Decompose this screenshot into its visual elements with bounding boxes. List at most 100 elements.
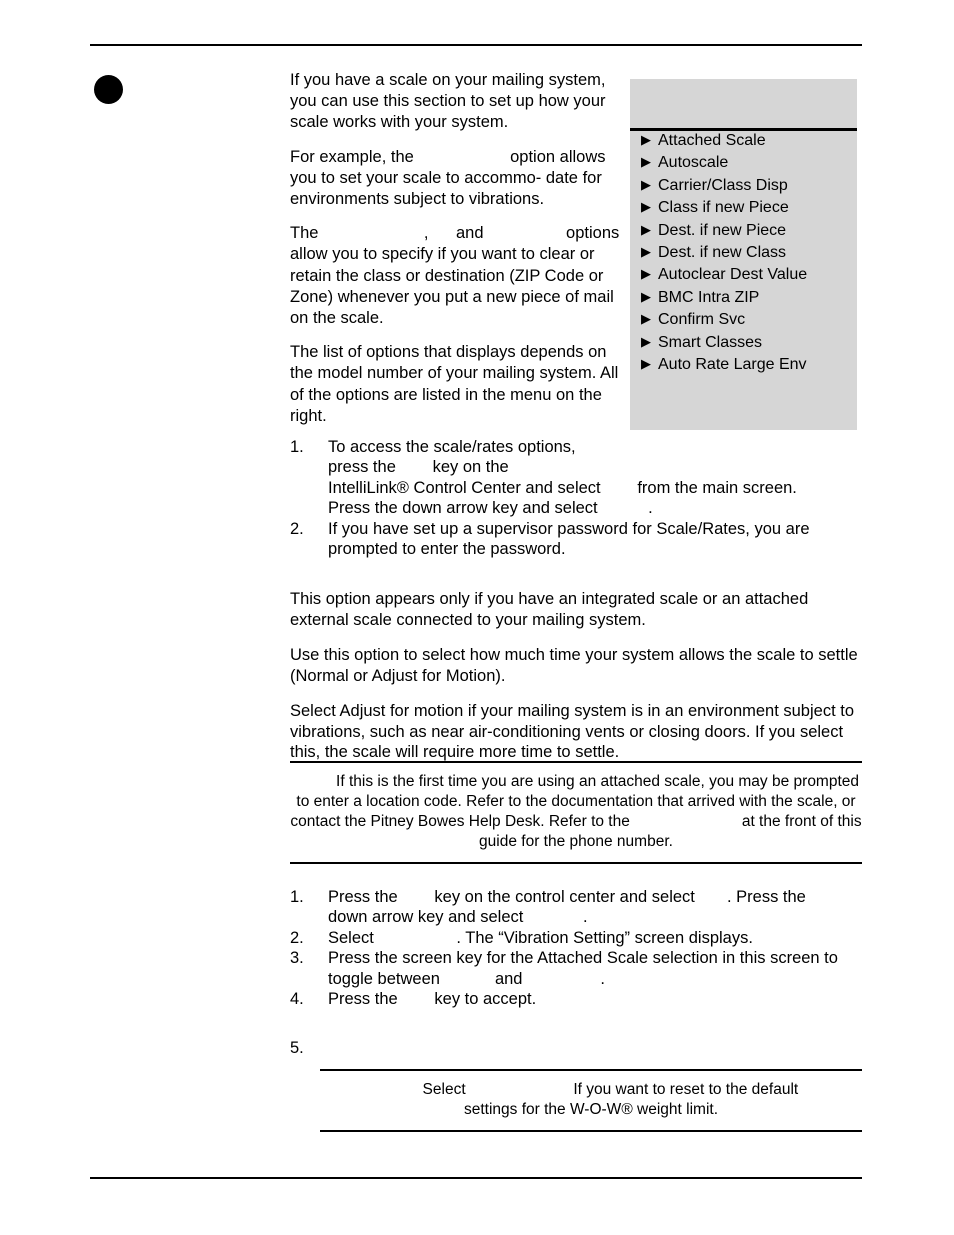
menu-item-label: Smart Classes <box>658 333 763 351</box>
menu-item-label: Attached Scale <box>658 132 766 149</box>
step-line-1: To access the scale/rates options, <box>328 438 576 456</box>
step-text-b: . The “Vibration Setting” screen display… <box>456 928 753 947</box>
list-item: 1. Press the key on the control center a… <box>290 887 865 928</box>
menu-item-smart-classes[interactable]: ▶ Smart Classes <box>630 334 857 356</box>
note-body: If this is the first time you are using … <box>290 763 862 862</box>
attached-scale-paragraph-2: Use this option to select how much time … <box>290 645 862 686</box>
step-number: 5. <box>290 1039 304 1057</box>
right-triangle-icon: ▶ <box>641 132 651 147</box>
step-text-a: Press the <box>328 888 398 906</box>
step-text-b: from the main screen. <box>637 478 797 497</box>
intro-p3-emphasis-term-3 <box>484 224 567 242</box>
menu-item-auto-rate-large-env[interactable]: ▶ Auto Rate Large Env <box>630 356 857 378</box>
step-text-a: Press the <box>328 990 398 1009</box>
step-text-c: . <box>600 969 606 988</box>
attached-scale-section: This option appears only if you have an … <box>290 589 862 778</box>
menu-item-autoscale[interactable]: ▶ Autoscale <box>630 154 857 176</box>
menu-item-label: Dest. if new Piece <box>658 221 787 239</box>
right-triangle-icon: ▶ <box>641 199 651 215</box>
step-line-2: prompted to enter the password. <box>328 540 566 559</box>
list-item: 1. To access the scale/rates options, pr… <box>290 437 865 519</box>
step-text-a: Press the down arrow key and select <box>328 499 598 518</box>
step-text-c: . Press the <box>726 888 806 906</box>
step-emphasis-option-2 <box>598 499 648 517</box>
intro-p2-text-a: For example, the <box>290 147 414 166</box>
attached-scale-paragraph-3: Select Adjust for motion if your mailing… <box>290 701 862 763</box>
right-triangle-icon: ▶ <box>641 243 651 259</box>
step-emphasis-value-2 <box>522 970 600 988</box>
step-number: 2. <box>290 928 304 947</box>
menu-item-attached-scale[interactable]: ▶ Attached Scale <box>630 132 857 154</box>
right-triangle-icon: ▶ <box>641 355 651 371</box>
intro-p4-line1: The list of options that displays depend… <box>290 343 607 362</box>
list-item: 3. Press the screen key for the Attached… <box>290 948 865 989</box>
step-emphasis-key <box>398 990 435 1008</box>
right-triangle-icon: ▶ <box>641 311 651 327</box>
list-item: 2. Select . The “Vibration Setting” scre… <box>290 928 865 948</box>
filled-circle-bullet-icon <box>94 75 123 104</box>
vibration-step-5: 5. <box>290 1038 865 1058</box>
step-text-b: . <box>648 499 653 518</box>
menu-item-bmc-intra-zip[interactable]: ▶ BMC Intra ZIP <box>630 289 857 311</box>
scale-rates-menu-panel: ▶ Attached Scale ▶ Autoscale ▶ Carrier/Clas… <box>630 79 857 430</box>
step-text-b: key on the <box>432 458 509 477</box>
note-emphasis-option <box>466 1081 574 1098</box>
step-text-b: . <box>582 908 588 927</box>
intro-p4-line2: the model number of your mailing system. <box>290 364 597 383</box>
access-steps-list: 1. To access the scale/rates options, pr… <box>290 437 865 559</box>
as-p1-line1: This option appears only if you have an … <box>290 590 809 608</box>
menu-item-label: Carrier/Class Disp <box>658 176 788 194</box>
menu-item-label: BMC Intra ZIP <box>658 288 760 306</box>
menu-item-class-if-new-piece[interactable]: ▶ Class if new Piece <box>630 199 857 221</box>
intro-p3-emphasis-term-2 <box>428 224 456 242</box>
step-emphasis-key <box>398 888 435 906</box>
menu-item-carrier-class-disp[interactable]: ▶ Carrier/Class Disp <box>630 177 857 199</box>
step-line-2: toggle between and . <box>328 969 865 989</box>
note-text-b: If you want to reset to the default <box>573 1081 799 1098</box>
note-bottom-rule <box>320 1130 862 1132</box>
menu-item-label: Autoclear Dest Value <box>658 266 808 284</box>
intro-p1-line2: you can use this section to set up how y… <box>290 92 606 111</box>
as-p3-line1: Select Adjust for motion if your mailing… <box>290 702 836 720</box>
attached-scale-paragraph-1: This option appears only if you have an … <box>290 589 862 630</box>
menu-item-dest-if-new-piece[interactable]: ▶ Dest. if new Piece <box>630 222 857 244</box>
note-label <box>384 1081 423 1098</box>
intro-paragraph-3: The , and options allow you to specify i… <box>290 223 623 329</box>
note-line-1: If this is the first time you are using … <box>336 773 790 790</box>
as-p2-line1: Use this option to select how much time … <box>290 646 814 664</box>
intro-paragraph-2: For example, the option allows you to se… <box>290 147 623 211</box>
step-text-a: Press the screen key for the Attached Sc… <box>328 949 838 968</box>
menu-item-label: Confirm Svc <box>658 311 746 329</box>
menu-item-confirm-svc[interactable]: ▶ Confirm Svc <box>630 311 857 333</box>
note-bottom-rule <box>290 862 862 864</box>
step-number: 4. <box>290 990 304 1009</box>
step-text-a: Select <box>328 928 374 947</box>
step-emphasis-option-2 <box>523 908 583 926</box>
menu-panel-divider <box>630 128 857 131</box>
menu-item-label: Dest. if new Class <box>658 243 787 261</box>
step-number: 1. <box>290 438 304 456</box>
menu-item-label: Autoscale <box>658 154 729 172</box>
step-line-2: down arrow key and select . <box>328 907 865 927</box>
step-emphasis-option <box>601 479 638 497</box>
menu-item-label: Auto Rate Large Env <box>658 355 807 373</box>
step-line-3: IntelliLink® Control Center and select f… <box>328 478 865 498</box>
step-number: 1. <box>290 888 304 906</box>
note-box-wow-reset: Select If you want to reset to the defau… <box>320 1069 862 1132</box>
intro-p3-text-a: The <box>290 224 319 243</box>
menu-item-dest-if-new-class[interactable]: ▶ Dest. if new Class <box>630 244 857 266</box>
right-triangle-icon: ▶ <box>641 266 651 282</box>
menu-item-autoclear-dest-value[interactable]: ▶ Autoclear Dest Value <box>630 266 857 288</box>
intro-paragraph-1: If you have a scale on your mailing syst… <box>290 70 623 134</box>
step-text-b: key to accept. <box>434 990 537 1009</box>
step-text-a: toggle between <box>328 969 440 988</box>
step-emphasis-option <box>374 929 457 947</box>
step-line-1: If you have set up a supervisor password… <box>328 519 810 538</box>
intro-p3-and: and <box>455 224 484 243</box>
vibration-steps-list: 1. Press the key on the control center a… <box>290 887 865 1009</box>
step-number: 3. <box>290 949 304 968</box>
step-text-b: key on the control center and select <box>434 888 695 906</box>
note-box-location-code: If this is the first time you are using … <box>290 761 862 864</box>
list-item: 4. Press the key to accept. <box>290 989 865 1009</box>
intro-p2-text-b: option <box>510 147 556 166</box>
